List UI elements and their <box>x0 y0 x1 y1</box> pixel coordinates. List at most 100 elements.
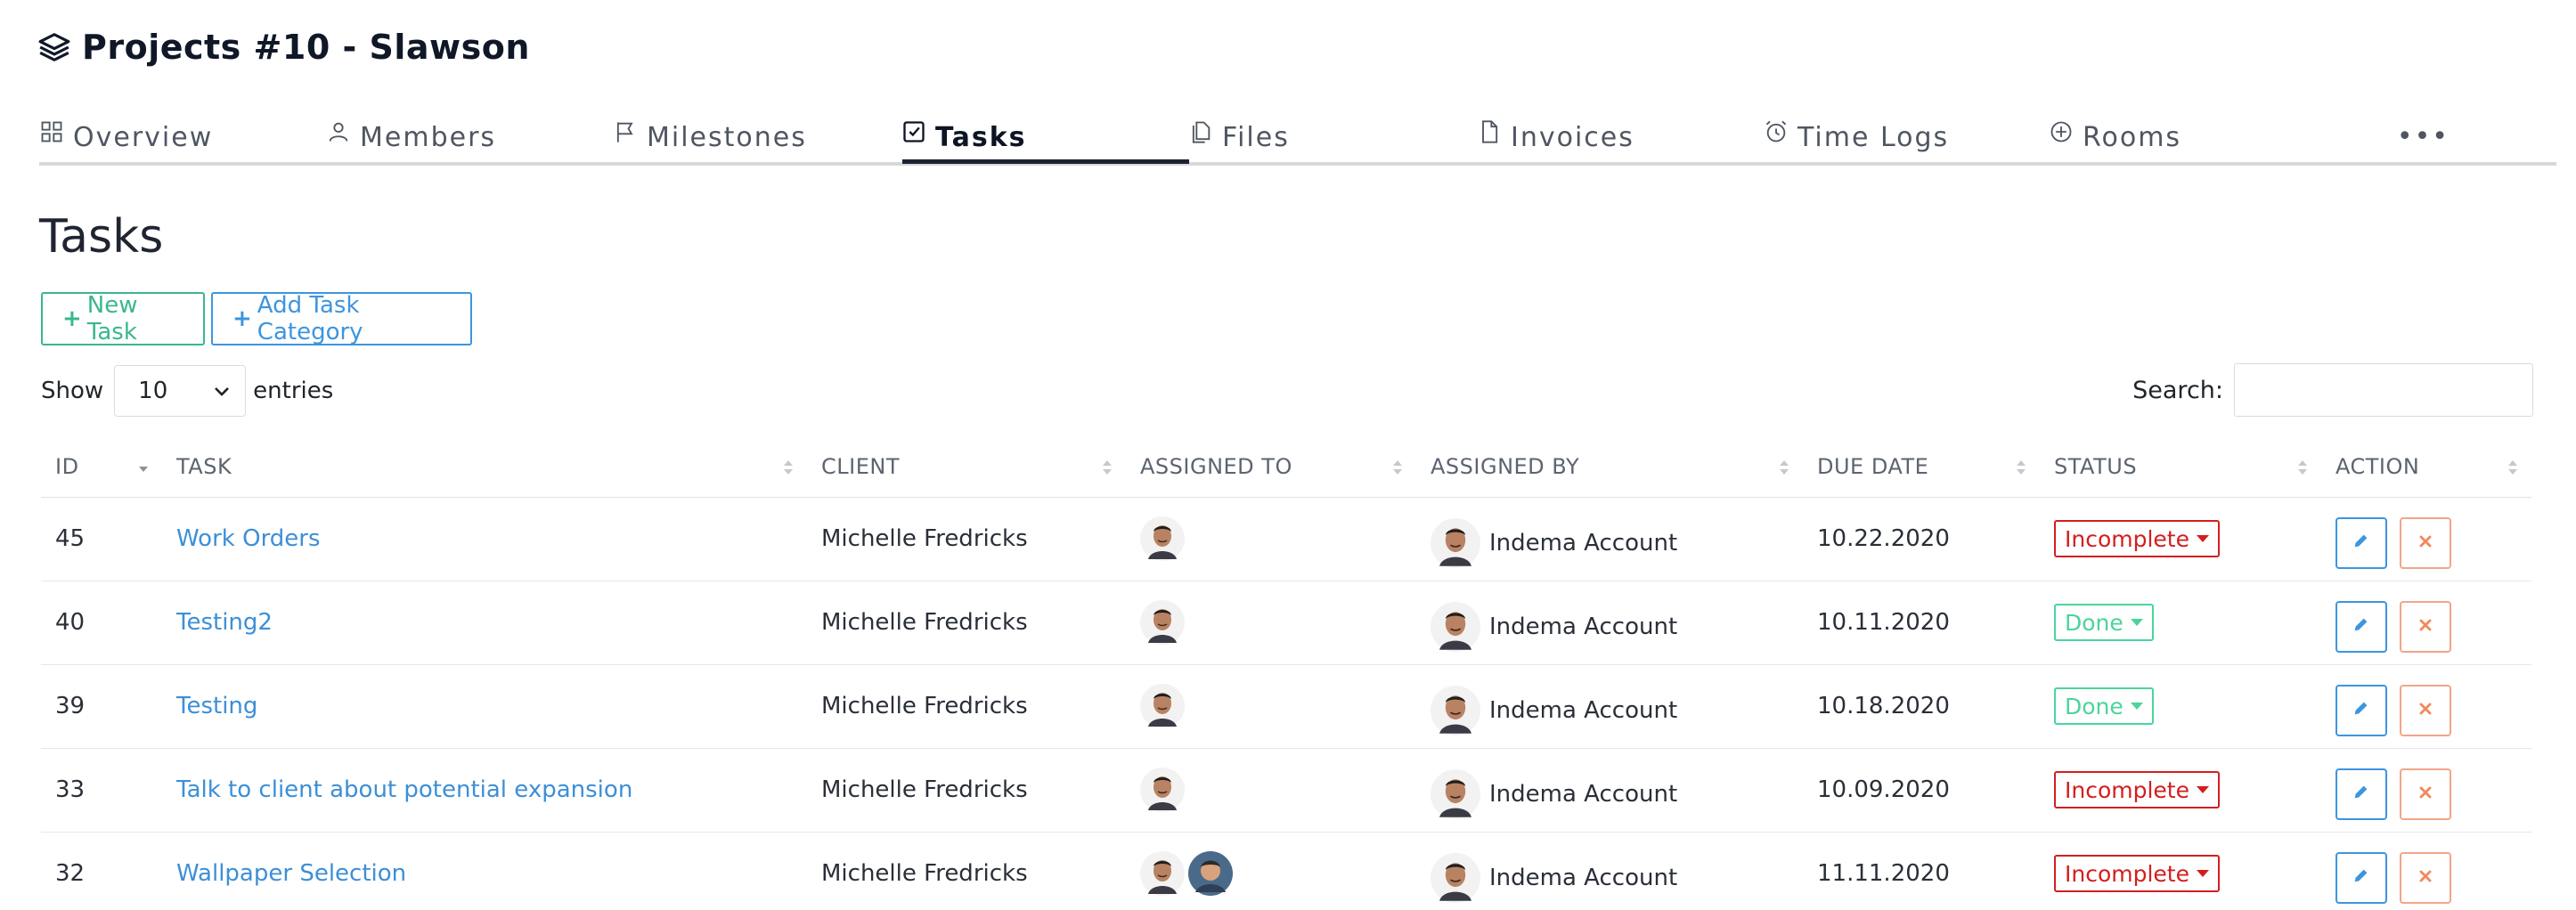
cell-client: Michelle Fredricks <box>807 664 1126 749</box>
edit-button[interactable] <box>2336 517 2387 569</box>
tab-members[interactable]: Members <box>326 109 496 166</box>
files-icon <box>1188 119 1215 146</box>
sort-icon <box>2015 458 2027 477</box>
avatar[interactable] <box>1140 851 1185 896</box>
tab-rooms[interactable]: Rooms <box>2049 109 2181 166</box>
avatar[interactable] <box>1431 518 1480 568</box>
cell-status: Incomplete <box>2040 748 2321 833</box>
assigned-by-name: Indema Account <box>1489 697 1678 724</box>
tab-label: Time Logs <box>1797 121 1950 153</box>
add-task-category-label: Add Task Category <box>257 292 363 345</box>
cell-due-date: 10.11.2020 <box>1803 581 2040 665</box>
delete-button[interactable] <box>2400 685 2451 736</box>
column-header-assigned-to[interactable]: ASSIGNED TO <box>1126 436 1416 498</box>
close-icon <box>2417 530 2434 557</box>
status-dropdown[interactable]: Done <box>2054 604 2154 641</box>
cell-assigned-to <box>1126 497 1416 581</box>
column-header-due-date[interactable]: DUE DATE <box>1803 436 2040 498</box>
tab-tasks[interactable]: Tasks <box>901 109 1027 166</box>
task-link[interactable]: Wallpaper Selection <box>176 860 406 887</box>
tab-files[interactable]: Files <box>1188 109 1290 166</box>
cell-due-date: 10.18.2020 <box>1803 664 2040 749</box>
edit-button[interactable] <box>2336 685 2387 736</box>
assigned-by-name: Indema Account <box>1489 865 1678 891</box>
assigned-by-name: Indema Account <box>1489 613 1678 640</box>
avatar[interactable] <box>1431 769 1480 819</box>
search-input[interactable] <box>2234 363 2533 417</box>
delete-button[interactable] <box>2400 852 2451 904</box>
add-task-category-button[interactable]: + Add Task Category <box>211 292 472 345</box>
column-header-assigned-by[interactable]: ASSIGNED BY <box>1416 436 1803 498</box>
column-header-client[interactable]: CLIENT <box>807 436 1126 498</box>
checkbox-icon <box>901 119 928 146</box>
entries-label: entries <box>253 378 334 404</box>
task-link[interactable]: Talk to client about potential expansion <box>176 776 632 803</box>
cell-client: Michelle Fredricks <box>807 748 1126 833</box>
sort-icon <box>2296 458 2309 477</box>
close-icon <box>2417 613 2434 640</box>
status-dropdown[interactable]: Incomplete <box>2054 771 2220 808</box>
status-dropdown[interactable]: Incomplete <box>2054 855 2220 892</box>
file-icon <box>1477 119 1504 146</box>
avatar[interactable] <box>1140 684 1185 728</box>
task-link[interactable]: Testing <box>176 693 257 719</box>
status-dropdown[interactable]: Done <box>2054 687 2154 725</box>
pencil-icon <box>2352 530 2371 557</box>
caret-down-icon <box>2197 870 2209 877</box>
tab-overview[interactable]: Overview <box>39 109 213 166</box>
avatar[interactable] <box>1188 851 1233 896</box>
flag-icon <box>613 119 640 146</box>
avatar[interactable] <box>1431 602 1480 652</box>
more-horizontal-icon[interactable]: ••• <box>2397 121 2450 152</box>
cell-assigned-to <box>1126 664 1416 749</box>
status-dropdown[interactable]: Incomplete <box>2054 520 2220 557</box>
cell-action <box>2321 832 2531 910</box>
cell-id: 39 <box>41 664 162 749</box>
cell-action <box>2321 664 2531 749</box>
delete-button[interactable] <box>2400 517 2451 569</box>
tab-label: Files <box>1222 121 1290 153</box>
task-link[interactable]: Testing2 <box>176 609 273 636</box>
delete-button[interactable] <box>2400 768 2451 820</box>
column-header-status[interactable]: STATUS <box>2040 436 2321 498</box>
status-label: Incomplete <box>2065 525 2189 552</box>
column-header-action[interactable]: ACTION <box>2321 436 2531 498</box>
delete-button[interactable] <box>2400 601 2451 653</box>
edit-button[interactable] <box>2336 601 2387 653</box>
close-icon <box>2417 697 2434 724</box>
caret-down-icon <box>2130 619 2143 626</box>
tab-label: Milestones <box>647 121 807 153</box>
tab-time-logs[interactable]: Time Logs <box>1764 109 1949 166</box>
cell-action <box>2321 748 2531 833</box>
new-task-button[interactable]: + New Task <box>41 292 205 345</box>
cell-action <box>2321 581 2531 665</box>
caret-down-icon <box>2197 786 2209 793</box>
cell-status: Done <box>2040 664 2321 749</box>
avatar[interactable] <box>1140 600 1185 645</box>
avatar[interactable] <box>1140 516 1185 561</box>
cell-assigned-to <box>1126 832 1416 910</box>
column-header-task[interactable]: TASK <box>162 436 807 498</box>
avatar[interactable] <box>1431 686 1480 735</box>
edit-button[interactable] <box>2336 768 2387 820</box>
cell-status: Incomplete <box>2040 832 2321 910</box>
tab-milestones[interactable]: Milestones <box>613 109 807 166</box>
column-header-id[interactable]: ID <box>41 436 162 498</box>
cell-task: Wallpaper Selection <box>162 832 807 910</box>
project-tabs: Overview Members Milestones Tasks Files … <box>39 109 2556 166</box>
avatar[interactable] <box>1140 768 1185 812</box>
cell-task: Talk to client about potential expansion <box>162 748 807 833</box>
alarm-clock-icon <box>1764 119 1790 146</box>
entries-select[interactable]: 10 <box>114 365 247 417</box>
cell-task: Testing2 <box>162 581 807 665</box>
task-link[interactable]: Work Orders <box>176 525 321 552</box>
search-label: Search: <box>2132 376 2223 404</box>
edit-button[interactable] <box>2336 852 2387 904</box>
tab-invoices[interactable]: Invoices <box>1477 109 1634 166</box>
assigned-by-name: Indema Account <box>1489 530 1678 557</box>
sort-icon <box>1101 458 1113 477</box>
cell-assigned-to <box>1126 581 1416 665</box>
avatar[interactable] <box>1431 853 1480 903</box>
header-label: STATUS <box>2054 453 2138 479</box>
user-icon <box>326 119 353 146</box>
